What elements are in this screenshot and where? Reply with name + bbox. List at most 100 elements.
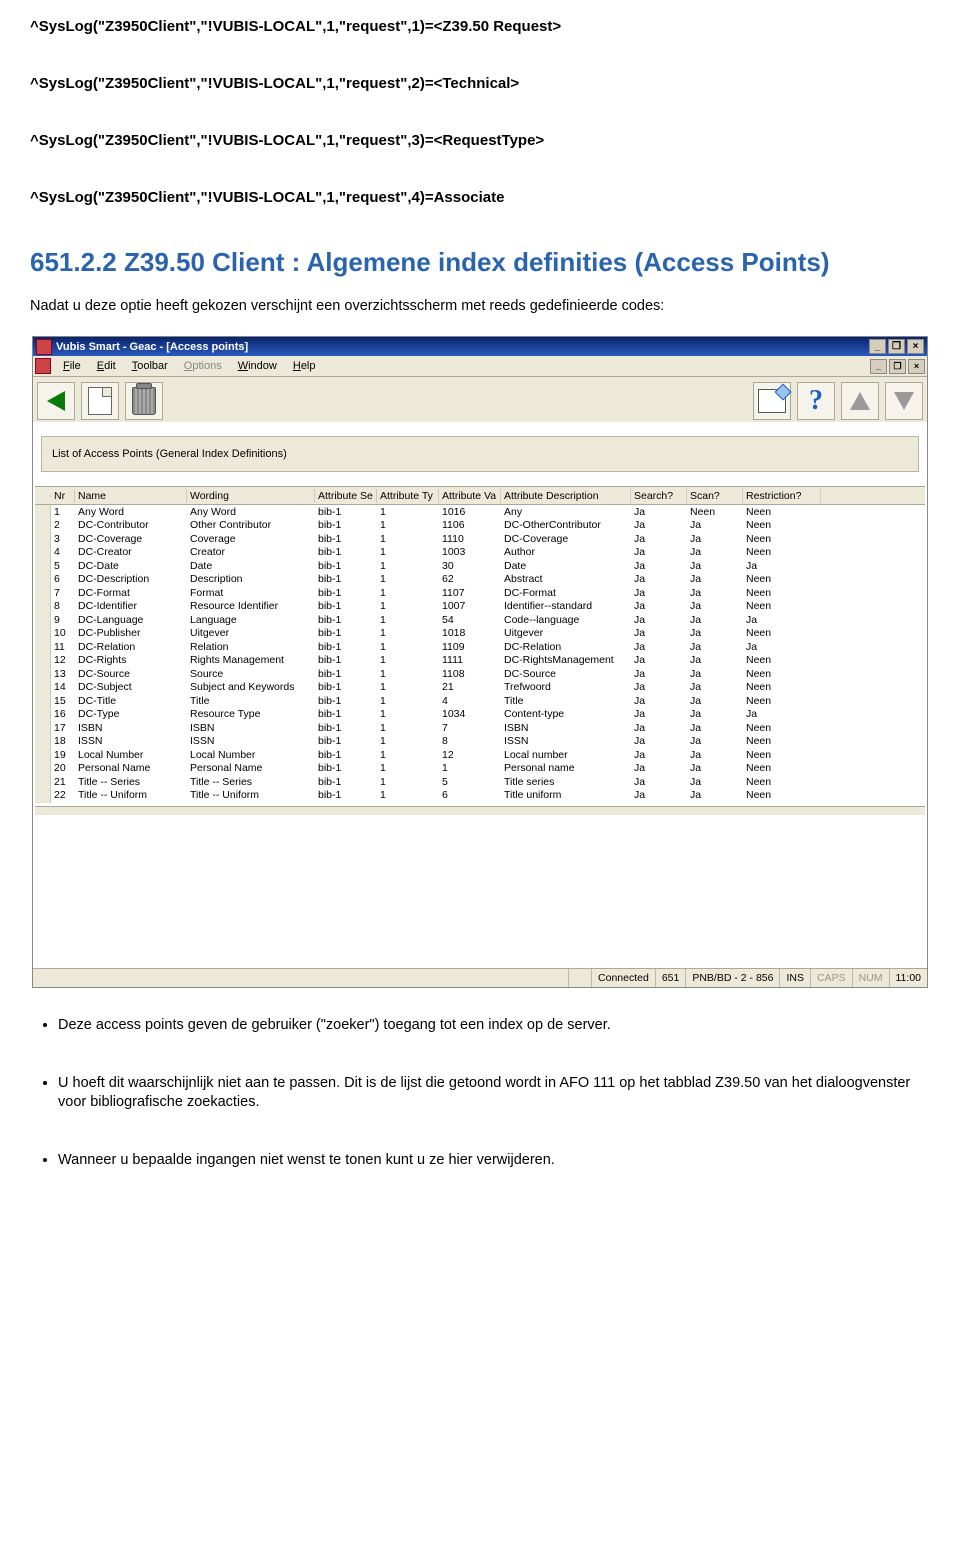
cell: Ja: [631, 749, 687, 761]
table-row[interactable]: 11DC-RelationRelationbib-111109DC-Relati…: [35, 640, 925, 654]
col-restriction[interactable]: Restriction?: [743, 489, 821, 503]
table-row[interactable]: 20Personal NamePersonal Namebib-111Perso…: [35, 762, 925, 776]
menu-help[interactable]: Help: [285, 358, 324, 374]
table-row[interactable]: 7DC-FormatFormatbib-111107DC-FormatJaJaN…: [35, 586, 925, 600]
cell: DC-Source: [75, 668, 187, 680]
row-header[interactable]: [35, 599, 51, 614]
table-row[interactable]: 21Title -- SeriesTitle -- Seriesbib-115T…: [35, 775, 925, 789]
cell: bib-1: [315, 668, 377, 680]
table-row[interactable]: 15DC-TitleTitlebib-114TitleJaJaNeen: [35, 694, 925, 708]
col-attrdesc[interactable]: Attribute Description: [501, 489, 631, 503]
table-row[interactable]: 17ISBNISBNbib-117ISBNJaJaNeen: [35, 721, 925, 735]
wizard-button[interactable]: [753, 382, 791, 420]
new-button[interactable]: [81, 382, 119, 420]
row-header[interactable]: [35, 545, 51, 560]
row-header[interactable]: [35, 653, 51, 668]
row-header[interactable]: [35, 572, 51, 587]
table-row[interactable]: 16DC-TypeResource Typebib-111034Content-…: [35, 708, 925, 722]
cell: Neen: [743, 506, 821, 518]
help-button[interactable]: ?: [797, 382, 835, 420]
menu-options[interactable]: Options: [176, 358, 230, 374]
row-header[interactable]: [35, 707, 51, 722]
col-attrtype[interactable]: Attribute Ty: [377, 489, 439, 503]
cell: Ja: [631, 546, 687, 558]
table-row[interactable]: 5DC-DateDatebib-1130DateJaJaJa: [35, 559, 925, 573]
col-wording[interactable]: Wording: [187, 489, 315, 503]
row-header[interactable]: [35, 613, 51, 628]
cell: 11: [51, 641, 75, 653]
table-row[interactable]: 18ISSNISSNbib-118ISSNJaJaNeen: [35, 735, 925, 749]
table-row[interactable]: 9DC-LanguageLanguagebib-1154Code--langua…: [35, 613, 925, 627]
col-name[interactable]: Name: [75, 489, 187, 503]
row-header[interactable]: [35, 748, 51, 763]
table-row[interactable]: 8DC-IdentifierResource Identifierbib-111…: [35, 600, 925, 614]
mdi-minimize-button[interactable]: _: [870, 359, 887, 374]
table-row[interactable]: 19Local NumberLocal Numberbib-1112Local …: [35, 748, 925, 762]
row-header[interactable]: [35, 559, 51, 574]
col-nr[interactable]: Nr: [51, 489, 75, 503]
row-header[interactable]: [35, 667, 51, 682]
mdi-close-button[interactable]: ×: [908, 359, 925, 374]
row-header[interactable]: [35, 721, 51, 736]
col-scan[interactable]: Scan?: [687, 489, 743, 503]
row-header[interactable]: [35, 680, 51, 695]
menu-window[interactable]: Window: [230, 358, 285, 374]
cell: Ja: [687, 533, 743, 545]
cell: 1: [377, 789, 439, 801]
table-row[interactable]: 14DC-SubjectSubject and Keywordsbib-1121…: [35, 681, 925, 695]
cell: DC-Date: [75, 560, 187, 572]
col-attrval[interactable]: Attribute Va: [439, 489, 501, 503]
cell: 1034: [439, 708, 501, 720]
row-header[interactable]: [35, 788, 51, 803]
mdi-restore-button[interactable]: ❐: [889, 359, 906, 374]
row-header[interactable]: [35, 505, 51, 520]
row-header[interactable]: [35, 694, 51, 709]
menu-file[interactable]: File: [55, 358, 89, 374]
cell: 20: [51, 762, 75, 774]
menu-toolbar[interactable]: Toolbar: [124, 358, 176, 374]
table-row[interactable]: 12DC-RightsRights Managementbib-111111DC…: [35, 654, 925, 668]
table-row[interactable]: 2DC-ContributorOther Contributorbib-1111…: [35, 519, 925, 533]
data-grid[interactable]: Nr Name Wording Attribute Se Attribute T…: [35, 486, 925, 959]
row-header[interactable]: [35, 734, 51, 749]
col-attrset[interactable]: Attribute Se: [315, 489, 377, 503]
delete-button[interactable]: [125, 382, 163, 420]
row-header[interactable]: [35, 640, 51, 655]
cell: 1: [377, 519, 439, 531]
move-up-button[interactable]: [841, 382, 879, 420]
toolbar: ?: [33, 377, 927, 426]
row-header[interactable]: [35, 761, 51, 776]
move-down-button[interactable]: [885, 382, 923, 420]
table-row[interactable]: 4DC-CreatorCreatorbib-111003AuthorJaJaNe…: [35, 546, 925, 560]
menu-edit[interactable]: Edit: [89, 358, 124, 374]
cell: Local Number: [187, 749, 315, 761]
cell: Title -- Uniform: [75, 789, 187, 801]
cell: Ja: [687, 695, 743, 707]
maximize-button[interactable]: ❐: [888, 339, 905, 354]
status-afo: 651: [655, 969, 686, 987]
table-row[interactable]: 1Any WordAny Wordbib-111016AnyJaNeenNeen: [35, 505, 925, 519]
row-header[interactable]: [35, 586, 51, 601]
back-button[interactable]: [37, 382, 75, 420]
code-line-3: ^SysLog("Z3950Client","!VUBIS-LOCAL",1,"…: [30, 132, 930, 149]
col-search[interactable]: Search?: [631, 489, 687, 503]
minimize-button[interactable]: _: [869, 339, 886, 354]
table-row[interactable]: 3DC-CoverageCoveragebib-111110DC-Coverag…: [35, 532, 925, 546]
cell: 1: [377, 573, 439, 585]
cell: Neen: [743, 681, 821, 693]
row-header[interactable]: [35, 518, 51, 533]
row-header[interactable]: [35, 775, 51, 790]
table-row[interactable]: 13DC-SourceSourcebib-111108DC-SourceJaJa…: [35, 667, 925, 681]
table-row[interactable]: 10DC-PublisherUitgeverbib-111018Uitgever…: [35, 627, 925, 641]
close-button[interactable]: ×: [907, 339, 924, 354]
row-header[interactable]: [35, 532, 51, 547]
table-row[interactable]: 22Title -- UniformTitle -- Uniformbib-11…: [35, 789, 925, 803]
cell: Creator: [187, 546, 315, 558]
cell: 1110: [439, 533, 501, 545]
cell: Ja: [687, 668, 743, 680]
cell: 1: [377, 627, 439, 639]
code-line-1: ^SysLog("Z3950Client","!VUBIS-LOCAL",1,"…: [30, 18, 930, 35]
row-header[interactable]: [35, 626, 51, 641]
table-row[interactable]: 6DC-DescriptionDescriptionbib-1162Abstra…: [35, 573, 925, 587]
cell: DC-Rights: [75, 654, 187, 666]
